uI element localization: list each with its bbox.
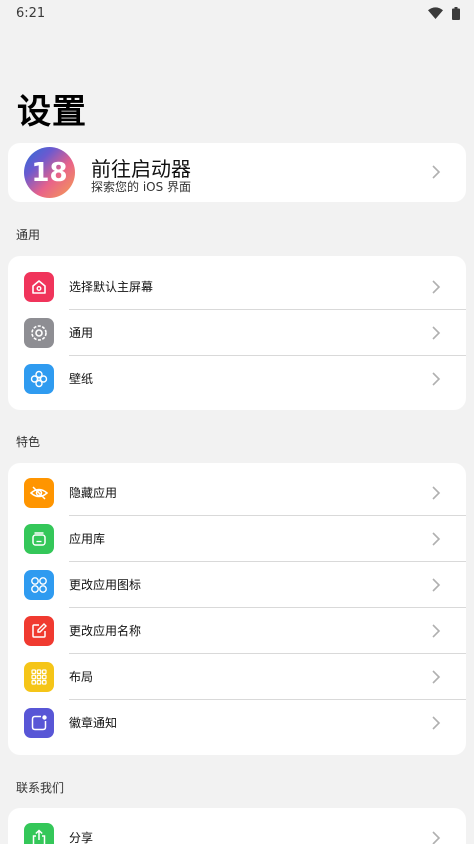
row-change-app-icons[interactable]: 更改应用图标 <box>8 562 466 608</box>
row-badge-notifications[interactable]: 徽章通知 <box>8 700 466 746</box>
chevron-right-icon <box>432 486 441 500</box>
contact-card: 分享 <box>8 808 466 844</box>
chevron-right-icon <box>432 670 441 684</box>
row-hide-apps[interactable]: 隐藏应用 <box>8 470 466 516</box>
section-title-contact: 联系我们 <box>16 781 65 795</box>
row-share[interactable]: 分享 <box>8 815 466 844</box>
row-label: 布局 <box>69 670 94 684</box>
row-label: 壁纸 <box>69 372 94 386</box>
row-app-library[interactable]: 应用库 <box>8 516 466 562</box>
eye-slash-icon <box>24 478 54 508</box>
chevron-right-icon <box>432 326 441 340</box>
chevron-right-icon <box>432 624 441 638</box>
battery-icon <box>452 6 460 20</box>
chevron-right-icon <box>432 578 441 592</box>
gear-icon <box>24 318 54 348</box>
share-icon <box>24 823 54 844</box>
row-layout[interactable]: 布局 <box>8 654 466 700</box>
launcher-subtitle: 探索您的 iOS 界面 <box>91 180 192 194</box>
badge-icon <box>24 708 54 738</box>
flower-icon <box>24 364 54 394</box>
row-label: 分享 <box>69 831 94 844</box>
section-title-features: 特色 <box>16 435 41 449</box>
app-library-icon <box>24 524 54 554</box>
launcher-card[interactable]: 18 前往启动器 探索您的 iOS 界面 <box>8 143 466 202</box>
chevron-right-icon <box>432 165 441 179</box>
grid-circles-icon <box>24 570 54 600</box>
dots-grid-icon <box>24 662 54 692</box>
row-general[interactable]: 通用 <box>8 310 466 356</box>
section-title-general: 通用 <box>16 228 41 242</box>
row-label: 隐藏应用 <box>69 486 118 500</box>
status-bar: 6:21 <box>0 0 474 26</box>
row-wallpaper[interactable]: 壁纸 <box>8 356 466 402</box>
row-label: 通用 <box>69 326 94 340</box>
row-label: 选择默认主屏幕 <box>69 280 154 294</box>
row-default-home-screen[interactable]: 选择默认主屏幕 <box>8 264 466 310</box>
features-card: 隐藏应用 应用库 更改应用图标 更改应用名称 布局 徽章通知 <box>8 463 466 755</box>
chevron-right-icon <box>432 372 441 386</box>
wifi-icon <box>428 7 443 19</box>
chevron-right-icon <box>432 532 441 546</box>
chevron-right-icon <box>432 831 441 844</box>
row-label: 更改应用名称 <box>69 624 142 638</box>
row-change-app-names[interactable]: 更改应用名称 <box>8 608 466 654</box>
edit-icon <box>24 616 54 646</box>
ios18-logo-avatar: 18 <box>24 147 75 198</box>
chevron-right-icon <box>432 280 441 294</box>
row-label: 徽章通知 <box>69 716 118 730</box>
general-settings-card: 选择默认主屏幕 通用 壁纸 <box>8 256 466 410</box>
status-icons <box>428 6 460 20</box>
row-label: 应用库 <box>69 532 106 546</box>
page-title: 设置 <box>17 92 87 132</box>
avatar-badge-text: 18 <box>31 157 68 188</box>
chevron-right-icon <box>432 716 441 730</box>
row-label: 更改应用图标 <box>69 578 142 592</box>
home-icon <box>24 272 54 302</box>
status-time: 6:21 <box>16 5 46 21</box>
